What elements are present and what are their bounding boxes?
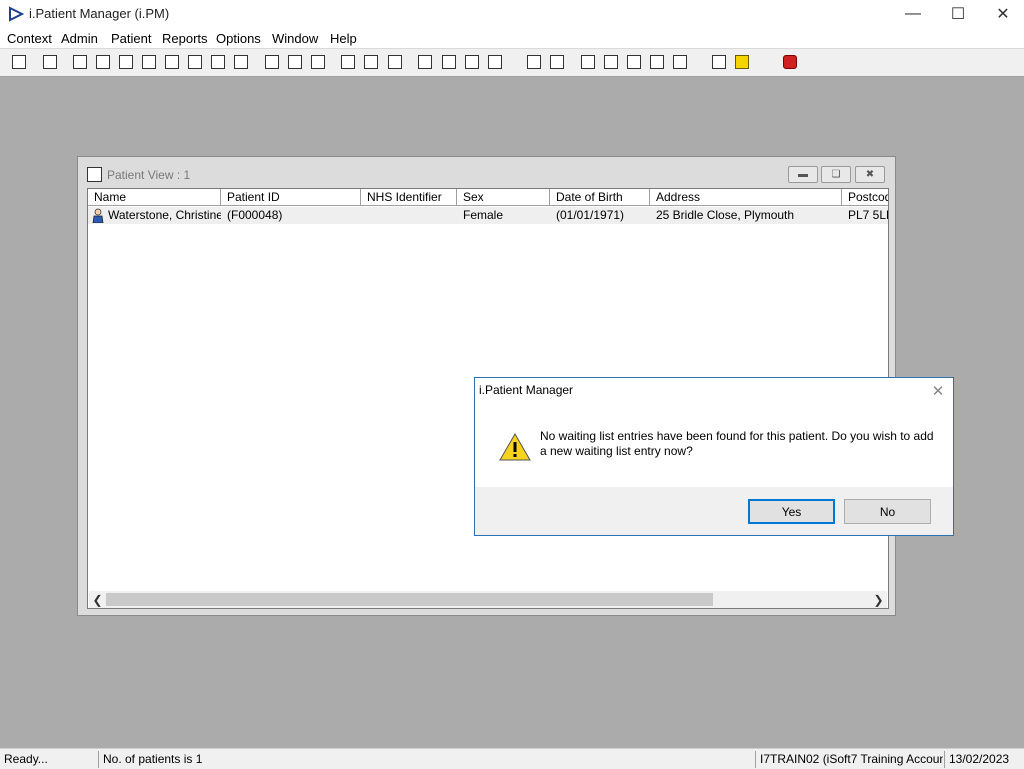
discharge-icon[interactable]	[231, 52, 251, 72]
patient-view-title: Patient View : 1	[107, 168, 191, 182]
child-minimize-button[interactable]: ▬	[788, 166, 818, 183]
minimize-button[interactable]: —	[890, 0, 936, 28]
patient-view-icon	[87, 167, 102, 182]
green-arrow-icon[interactable]	[647, 52, 667, 72]
maximize-button[interactable]: ☐	[935, 0, 981, 28]
check-icon[interactable]	[624, 52, 644, 72]
cell-name: Waterstone, Christine...	[108, 208, 221, 222]
form-icon[interactable]	[361, 52, 381, 72]
status-date: 13/02/2023	[944, 751, 1024, 768]
col-address[interactable]: Address	[650, 189, 842, 206]
warning-icon	[499, 433, 531, 461]
list-icon[interactable]	[338, 52, 358, 72]
warning-icon[interactable]	[732, 52, 752, 72]
menu-bar: Context Admin Patient Reports Options Wi…	[0, 28, 1024, 49]
cell-sex: Female	[463, 208, 504, 222]
status-account: I7TRAIN02 (iSoft7 Training Account)	[755, 751, 943, 768]
col-nhs-identifier[interactable]: NHS Identifier	[361, 189, 457, 206]
status-patient-count: No. of patients is 1	[98, 751, 746, 768]
menu-patient[interactable]: Patient	[111, 31, 151, 46]
document-icon[interactable]	[116, 52, 136, 72]
cell-patient-id: (F000048)	[227, 208, 283, 222]
title-bar: i.Patient Manager (i.PM) — ☐ ✕	[0, 0, 1024, 28]
dialog-message: No waiting list entries have been found …	[540, 429, 934, 458]
app-logo-icon	[9, 6, 24, 22]
status-bar: Ready... No. of patients is 1 I7TRAIN02 …	[0, 748, 1024, 769]
menu-help[interactable]: Help	[330, 31, 357, 46]
dialog-footer: Yes No	[475, 487, 953, 535]
export-icon[interactable]	[670, 52, 690, 72]
message-icon[interactable]	[601, 52, 621, 72]
clock-icon[interactable]	[285, 52, 305, 72]
scroll-right-icon[interactable]: ❯	[870, 591, 887, 608]
edit-icon[interactable]	[439, 52, 459, 72]
pad-icon[interactable]	[415, 52, 435, 72]
patient-icon[interactable]	[9, 52, 29, 72]
no-button[interactable]: No	[844, 499, 931, 524]
print-icon[interactable]	[40, 52, 60, 72]
col-sex[interactable]: Sex	[457, 189, 550, 206]
col-patient-id[interactable]: Patient ID	[221, 189, 361, 206]
screen-icon[interactable]	[308, 52, 328, 72]
globe-icon[interactable]	[578, 52, 598, 72]
app-title: i.Patient Manager (i.PM)	[29, 6, 170, 21]
close-button[interactable]: ✕	[980, 0, 1024, 28]
page-icon[interactable]	[524, 52, 544, 72]
referral-icon[interactable]	[93, 52, 113, 72]
patient-view-titlebar: Patient View : 1 ▬ ❏ ✖	[78, 157, 895, 187]
child-restore-button[interactable]: ❏	[821, 166, 851, 183]
menu-options[interactable]: Options	[216, 31, 261, 46]
transfer-icon[interactable]	[485, 52, 505, 72]
horizontal-scrollbar[interactable]: ❮ ❯	[89, 591, 887, 608]
chart-icon[interactable]	[547, 52, 567, 72]
waiting-list-dialog: i.Patient Manager ✕ No waiting list entr…	[474, 377, 954, 536]
menu-window[interactable]: Window	[272, 31, 318, 46]
menu-context[interactable]: Context	[7, 31, 52, 46]
exit-icon[interactable]	[780, 52, 800, 72]
col-name[interactable]: Name	[88, 189, 221, 206]
bed-icon[interactable]	[462, 52, 482, 72]
dialog-close-icon[interactable]: ✕	[927, 380, 949, 402]
cell-nhs-identifier	[361, 207, 457, 224]
toolbar	[0, 49, 1024, 77]
doctor-icon[interactable]	[162, 52, 182, 72]
swap-icon[interactable]	[709, 52, 729, 72]
cell-address: 25 Bridle Close, Plymouth	[656, 208, 795, 222]
dial-icon[interactable]	[385, 52, 405, 72]
search-icon[interactable]	[262, 52, 282, 72]
m-icon[interactable]	[139, 52, 159, 72]
scroll-thumb[interactable]	[106, 593, 713, 606]
col-date-of-birth[interactable]: Date of Birth	[550, 189, 650, 206]
menu-admin[interactable]: Admin	[61, 31, 98, 46]
status-ready: Ready...	[4, 752, 48, 766]
yes-button[interactable]: Yes	[748, 499, 835, 524]
admit-icon[interactable]	[208, 52, 228, 72]
child-close-button[interactable]: ✖	[855, 166, 885, 183]
cell-postcode: PL7 5LF	[848, 208, 888, 222]
col-postcode[interactable]: Postcod	[842, 189, 888, 206]
scroll-left-icon[interactable]: ❮	[89, 591, 106, 608]
book-icon[interactable]	[70, 52, 90, 72]
dialog-title: i.Patient Manager	[479, 383, 574, 397]
cell-date-of-birth: (01/01/1971)	[556, 208, 625, 222]
notes-icon[interactable]	[185, 52, 205, 72]
menu-reports[interactable]: Reports	[162, 31, 208, 46]
